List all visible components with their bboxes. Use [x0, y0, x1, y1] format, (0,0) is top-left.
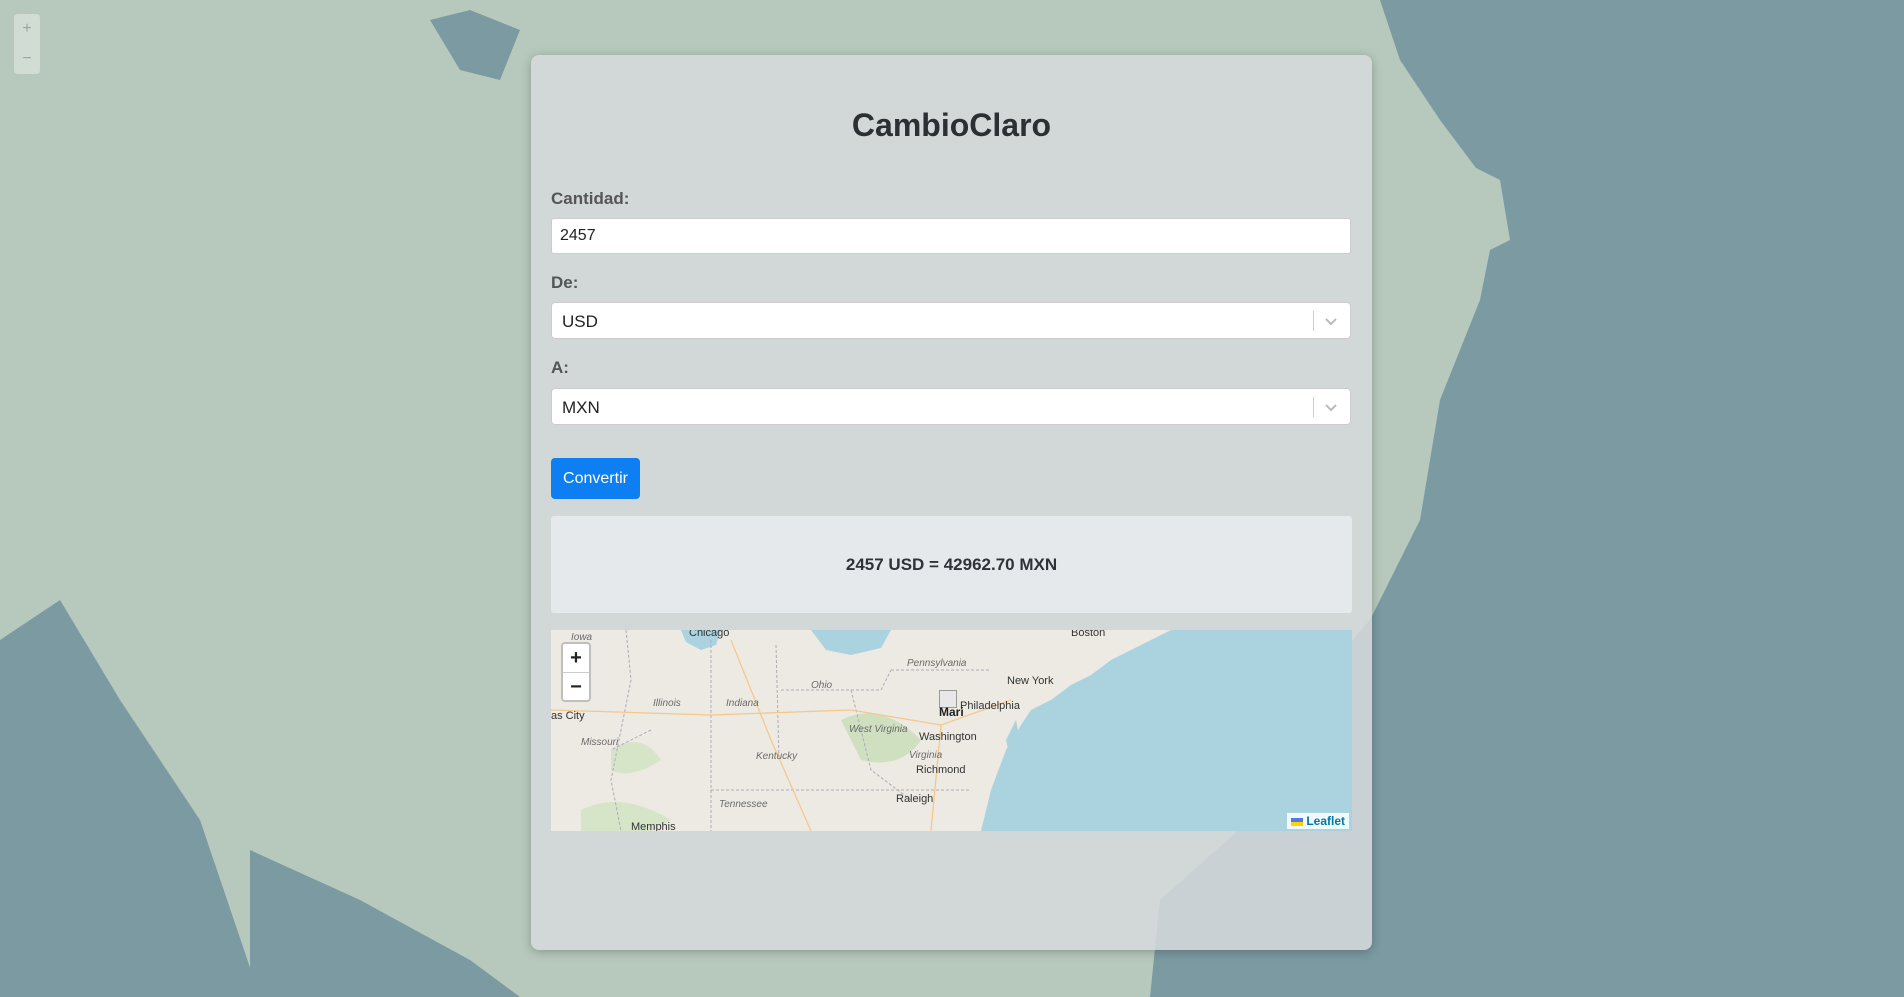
select-separator: [1313, 397, 1314, 417]
map-state-label: Pennsylvania: [907, 658, 967, 669]
to-currency-select[interactable]: MXN: [551, 388, 1351, 425]
background-zoom-control: + −: [14, 14, 40, 74]
to-currency-label: A:: [551, 358, 569, 377]
convert-button[interactable]: Convertir: [551, 458, 640, 499]
zoom-out-button[interactable]: −: [563, 673, 589, 701]
map-city-label: Boston: [1071, 630, 1106, 639]
app-title: CambioClaro: [851, 107, 1052, 143]
map-city-label: Raleigh: [896, 793, 934, 805]
select-separator: [1313, 311, 1314, 331]
zoom-in-button[interactable]: +: [563, 644, 589, 672]
map-city-label: New York: [1007, 675, 1054, 687]
flag-icon: [1291, 817, 1304, 826]
map-state-label: Virginia: [909, 750, 943, 761]
map-marker-label: Mari: [939, 705, 964, 719]
chevron-down-icon[interactable]: [1321, 311, 1341, 331]
map-state-label: Kentucky: [756, 751, 798, 762]
map-city-label: as City: [551, 710, 585, 722]
map-city-label: Washington: [919, 731, 977, 743]
map-state-label: West Virginia: [849, 724, 908, 735]
background-zoom-out: −: [22, 50, 32, 67]
map-zoom-control: + −: [561, 642, 591, 702]
map-state-label: Missouri: [581, 737, 619, 748]
amount-label: Cantidad:: [551, 189, 630, 208]
attribution-link[interactable]: Leaflet: [1306, 814, 1345, 828]
location-map[interactable]: Iowa Chicago Boston Pennsylvania Ohio Ne…: [551, 630, 1352, 831]
map-city-label: Richmond: [916, 764, 966, 776]
map-state-label: Illinois: [653, 698, 681, 709]
conversion-result: 2457 USD = 42962.70 MXN: [551, 516, 1352, 613]
amount-input[interactable]: [551, 218, 1351, 254]
map-city-label: Philadelphia: [960, 700, 1020, 712]
to-currency-value: MXN: [562, 398, 600, 417]
from-currency-value: USD: [562, 312, 598, 331]
converter-card: CambioClaro Cantidad: De: USD A: MXN Con…: [531, 55, 1372, 950]
map-attribution[interactable]: Leaflet: [1287, 813, 1349, 829]
from-currency-select[interactable]: USD: [551, 302, 1351, 339]
map-state-label: Tennessee: [719, 799, 768, 810]
from-currency-label: De:: [551, 273, 579, 292]
chevron-down-icon[interactable]: [1321, 397, 1341, 417]
map-state-label: Ohio: [811, 680, 833, 691]
background-zoom-in: +: [22, 20, 32, 37]
map-city-label: Memphis: [631, 821, 676, 831]
map-city-label: Chicago: [689, 630, 730, 639]
map-state-label: Indiana: [726, 698, 759, 709]
